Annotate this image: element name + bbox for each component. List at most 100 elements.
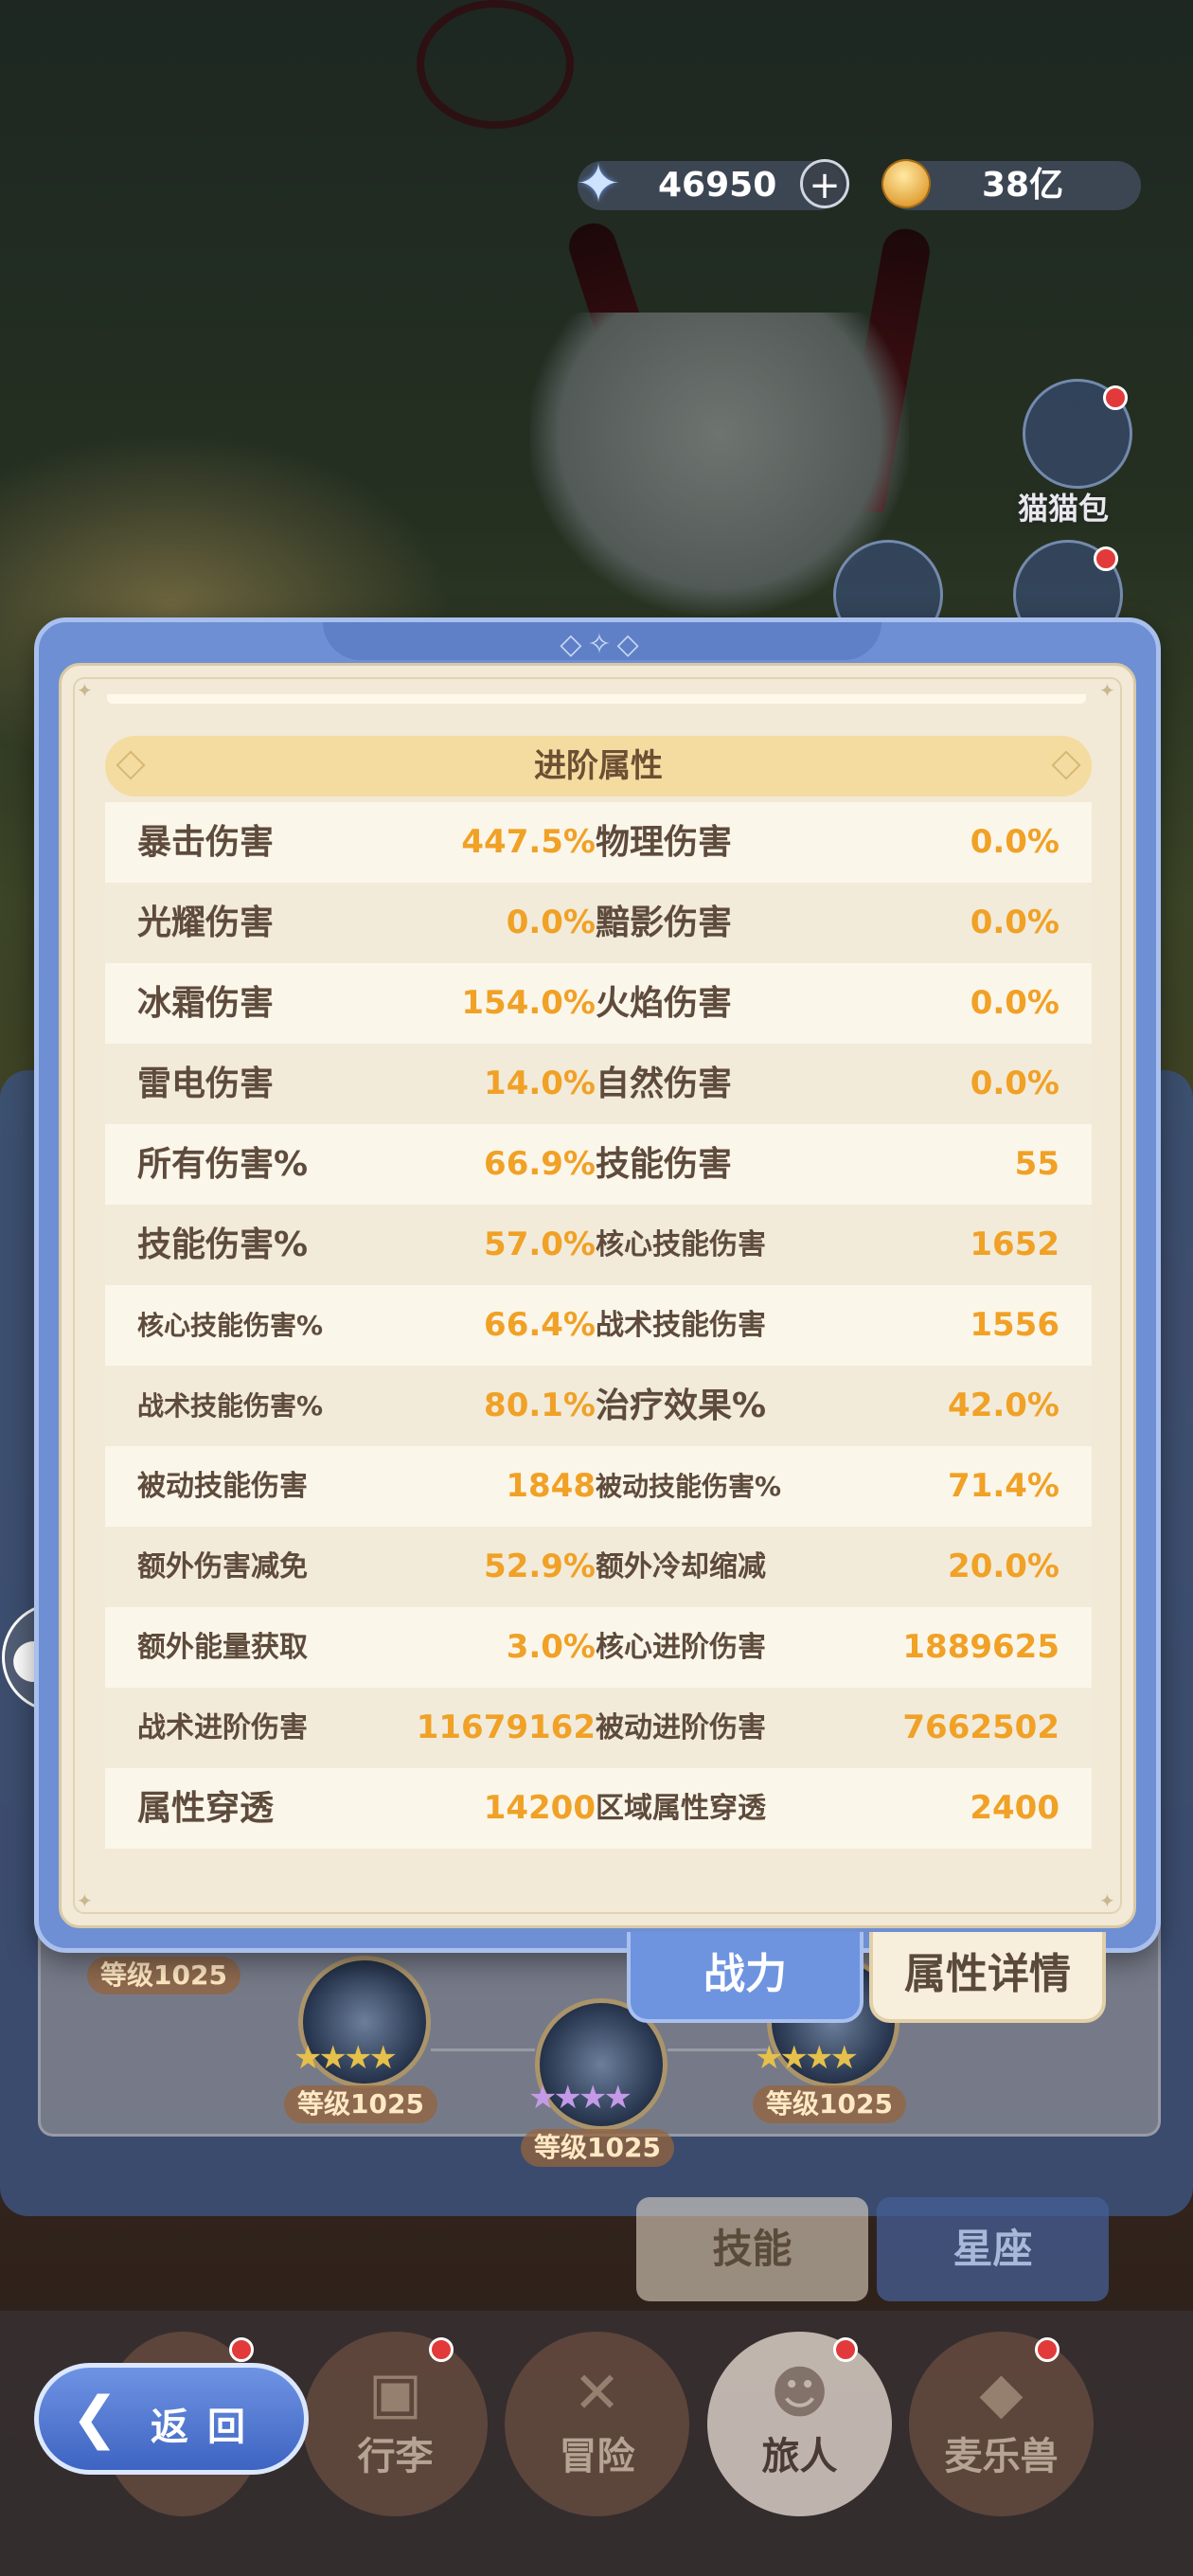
fox-icon: ◆ <box>979 2360 1024 2426</box>
ornament-icon: ◇✧◇ <box>560 628 645 661</box>
stat-name: 光耀伤害 <box>137 903 275 942</box>
gold-counter: 38亿 <box>876 153 1141 214</box>
slot-connector <box>668 2048 767 2051</box>
level-badge: 等级1025 <box>521 2129 674 2167</box>
nav-adventure[interactable]: ✕ 冒险 <box>505 2332 689 2516</box>
stat-value: 154.0% <box>461 984 596 1022</box>
stat-value: 57.0% <box>484 1225 596 1263</box>
diamond-icon <box>1051 750 1081 780</box>
stat-cell: 自然伤害 0.0% <box>596 1044 1059 1124</box>
nav-luggage[interactable]: ▣ 行李 <box>303 2332 488 2516</box>
stat-row: 战术技能伤害% 80.1% 治疗效果% 42.0% <box>105 1366 1092 1446</box>
stat-cell: 雷电伤害 14.0% <box>137 1044 596 1124</box>
stat-cell: 战术技能伤害% 80.1% <box>137 1366 596 1446</box>
stat-cell: 冰霜伤害 154.0% <box>137 963 596 1044</box>
stat-row: 光耀伤害 0.0% 黯影伤害 0.0% <box>105 883 1092 963</box>
back-arrow-icon: ❮ <box>71 2385 119 2451</box>
nav-label: 行李 <box>357 2435 434 2478</box>
chest-icon: ▣ <box>368 2360 422 2426</box>
stat-cell: 光耀伤害 0.0% <box>137 883 596 963</box>
back-button[interactable]: ❮ 返回 <box>34 2363 309 2475</box>
stat-name: 额外能量获取 <box>137 1631 308 1664</box>
star-rating: ★★★★ <box>755 2039 859 2077</box>
attributes-modal: ◇✧◇ ✦ ✦ ✦ ✦ 进阶属性 暴击伤害 447.5% 物理伤害 0.0% 光耀伤… <box>34 617 1161 1953</box>
gold-amount: 38亿 <box>982 166 1064 205</box>
notification-dot <box>1094 546 1118 571</box>
stat-row: 雷电伤害 14.0% 自然伤害 0.0% <box>105 1044 1092 1124</box>
tab-skill[interactable]: 技能 <box>636 2197 868 2301</box>
nav-pets[interactable]: ◆ 麦乐兽 <box>909 2332 1094 2516</box>
stat-name: 冰霜伤害 <box>137 984 275 1023</box>
nav-label: 旅人 <box>761 2435 838 2478</box>
stat-cell: 额外伤害减免 52.9% <box>137 1527 596 1607</box>
stat-row: 额外伤害减免 52.9% 额外冷却缩减 20.0% <box>105 1527 1092 1607</box>
notification-dot <box>1035 2337 1059 2362</box>
add-gems-button[interactable]: + <box>800 159 849 208</box>
nav-label: 麦乐兽 <box>944 2435 1059 2478</box>
corner-ornament-icon: ✦ <box>1099 1889 1115 1912</box>
corner-ornament-icon: ✦ <box>77 679 93 702</box>
notification-dot <box>833 2337 858 2362</box>
nav-traveler[interactable]: ☻ 旅人 <box>707 2332 892 2516</box>
stat-cell: 属性穿透 14200 <box>137 1768 596 1849</box>
stat-cell: 战术技能伤害 1556 <box>596 1285 1059 1366</box>
stat-value: 0.0% <box>970 903 1059 941</box>
stat-name: 额外伤害减免 <box>137 1550 308 1583</box>
cat-bag-button[interactable] <box>1023 379 1132 489</box>
traveler-avatar-icon: ☻ <box>770 2360 829 2426</box>
corner-ornament-icon: ✦ <box>77 1889 93 1912</box>
corner-ornament-icon: ✦ <box>1099 679 1115 702</box>
star-rating: ★★★★ <box>528 2079 632 2117</box>
stat-name: 黯影伤害 <box>596 903 733 942</box>
stat-name: 核心进阶伤害 <box>596 1631 766 1664</box>
stat-name: 战术技能伤害% <box>137 1390 324 1422</box>
diamond-icon <box>116 750 146 780</box>
stat-value: 0.0% <box>506 903 596 941</box>
tab-attribute-details[interactable]: 属性详情 <box>869 1932 1106 2023</box>
stat-cell: 暴击伤害 447.5% <box>137 802 596 883</box>
stat-cell: 被动技能伤害 1848 <box>137 1446 596 1527</box>
modal-content: ✦ ✦ ✦ ✦ 进阶属性 暴击伤害 447.5% 物理伤害 0.0% 光耀伤害 0.0… <box>59 663 1136 1928</box>
stat-cell: 火焰伤害 0.0% <box>596 963 1059 1044</box>
stat-cell: 被动技能伤害% 71.4% <box>596 1446 1059 1527</box>
stat-value: 20.0% <box>948 1547 1059 1585</box>
stat-cell: 技能伤害 55 <box>596 1124 1059 1205</box>
cat-bag-label: 猫猫包 <box>1018 491 1110 527</box>
tab-power[interactable]: 战力 <box>627 1932 864 2023</box>
stat-value: 66.4% <box>484 1306 596 1344</box>
star-rating: ★★★★ <box>294 2039 398 2077</box>
stat-name: 战术进阶伤害 <box>137 1711 308 1744</box>
tab-constellation[interactable]: 星座 <box>877 2197 1109 2301</box>
level-badge: 等级1025 <box>753 2085 906 2123</box>
stat-name: 区域属性穿透 <box>596 1792 766 1825</box>
back-label: 返回 <box>151 2406 264 2449</box>
stat-name: 属性穿透 <box>137 1789 275 1828</box>
nav-label: 冒险 <box>559 2435 635 2478</box>
stat-value: 3.0% <box>506 1628 596 1666</box>
scroll-top-edge <box>107 694 1086 704</box>
notification-dot <box>229 2337 254 2362</box>
stat-name: 雷电伤害 <box>137 1064 275 1103</box>
stat-cell: 被动进阶伤害 7662502 <box>596 1688 1059 1768</box>
stat-value: 42.0% <box>948 1386 1059 1424</box>
stats-table[interactable]: 暴击伤害 447.5% 物理伤害 0.0% 光耀伤害 0.0% 黯影伤害 0.0% 冰霜… <box>105 802 1092 1849</box>
section-title: 进阶属性 <box>534 747 663 785</box>
stat-name: 额外冷却缩减 <box>596 1550 766 1583</box>
stat-row: 核心技能伤害% 66.4% 战术技能伤害 1556 <box>105 1285 1092 1366</box>
stat-name: 被动技能伤害 <box>137 1470 308 1503</box>
stat-cell: 额外冷却缩减 20.0% <box>596 1527 1059 1607</box>
stat-row: 技能伤害% 57.0% 核心技能伤害 1652 <box>105 1205 1092 1285</box>
notification-dot <box>429 2337 454 2362</box>
stat-row: 额外能量获取 3.0% 核心进阶伤害 1889625 <box>105 1607 1092 1688</box>
stat-name: 核心技能伤害 <box>596 1228 766 1261</box>
slot-connector <box>431 2048 535 2051</box>
stat-value: 0.0% <box>970 984 1059 1022</box>
gem-amount: 46950 <box>658 166 777 205</box>
stat-value: 7662502 <box>902 1708 1059 1746</box>
stat-name: 暴击伤害 <box>137 823 275 862</box>
stat-value: 0.0% <box>970 823 1059 861</box>
stat-value: 447.5% <box>461 823 596 861</box>
notification-dot <box>1103 385 1128 410</box>
stat-value: 1652 <box>970 1225 1059 1263</box>
stat-name: 所有伤害% <box>137 1145 309 1184</box>
